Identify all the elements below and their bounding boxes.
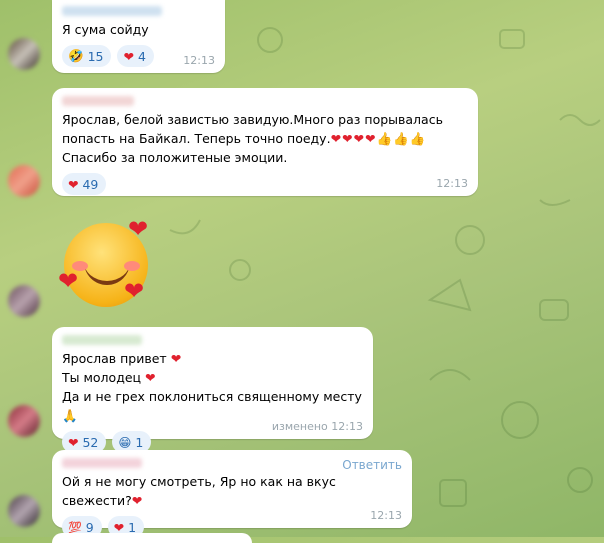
laughing-emoji-icon: 🤣 — [68, 48, 84, 63]
reaction-count: 4 — [137, 48, 146, 64]
avatar[interactable] — [8, 405, 40, 437]
heart-icon: ❤ — [131, 493, 143, 508]
reactions: ❤ 49 — [62, 173, 468, 195]
heart-icon: ❤ — [128, 215, 149, 243]
reply-button[interactable]: Ответить — [342, 458, 402, 472]
message-line: Спасибо за положитеные эмоции. — [62, 150, 288, 165]
message-line: Да и не грех поклониться священному мест… — [62, 389, 362, 404]
reaction-count: 15 — [87, 48, 104, 64]
reaction-count: 52 — [82, 434, 99, 450]
message-time: 12:13 — [436, 177, 468, 190]
heart-icon: ❤ — [68, 434, 79, 450]
avatar[interactable] — [8, 165, 40, 197]
message-bubble[interactable]: Я сума сойду 🤣 15 ❤ 4 12:13 — [52, 0, 225, 73]
message-line: Ярослав привет — [62, 351, 167, 366]
sender-name — [62, 96, 134, 106]
message-text: Я сума сойду — [62, 22, 149, 37]
message-line: Ой я не могу смотреть, Яр но как на вкус… — [62, 474, 336, 508]
praying-hands-icon: 🙏 — [62, 408, 78, 423]
message-bubble-partial[interactable] — [52, 533, 252, 543]
message-time: 12:13 — [370, 509, 402, 522]
message-bubble[interactable]: Ярослав, белой завистью завидую.Много ра… — [52, 88, 478, 196]
hundred-points-icon: 💯 — [68, 520, 82, 534]
grinning-face-icon: 😁 — [118, 434, 132, 450]
cheek-right — [124, 261, 140, 271]
heart-thumbs-emojis: ❤❤❤❤👍👍👍 — [330, 131, 427, 146]
heart-icon: ❤ — [123, 48, 134, 64]
heart-icon: ❤ — [145, 370, 156, 385]
sender-name — [62, 335, 142, 345]
heart-icon: ❤ — [58, 267, 79, 295]
reaction-count: 49 — [82, 176, 99, 192]
heart-icon: ❤ — [170, 351, 182, 366]
reaction-chip[interactable]: ❤ 4 — [117, 45, 154, 67]
message-line: попасть на Байкал. Теперь точно поеду. — [62, 131, 331, 146]
sender-name — [62, 458, 142, 468]
message-time: изменено 12:13 — [271, 420, 363, 433]
reaction-chip[interactable]: 🤣 15 — [62, 45, 112, 67]
avatar[interactable] — [8, 495, 40, 527]
reaction-count: 1 — [135, 434, 144, 450]
avatar[interactable] — [8, 285, 40, 317]
avatar[interactable] — [8, 38, 40, 70]
message-line: Ты молодец — [62, 370, 142, 385]
message-line-wrap: Ярослав привет ❤ — [62, 349, 363, 368]
message-bubble[interactable]: Ответить Ой я не могу смотреть, Яр но ка… — [52, 450, 412, 538]
message-text: Ярослав привет ❤ Ты молодец ❤ Да и не гр… — [62, 349, 363, 425]
sender-name — [62, 6, 162, 16]
message-time: 12:13 — [183, 54, 215, 67]
message-text: Ярослав, белой завистью завидую.Много ра… — [62, 110, 468, 167]
reaction-chip[interactable]: ❤ 49 — [62, 173, 107, 195]
message-line-wrap: попасть на Байкал. Теперь точно поеду.❤❤… — [62, 129, 468, 148]
message-line-wrap: Ты молодец ❤ — [62, 368, 363, 387]
sticker-smiling-face-with-hearts[interactable]: ❤ ❤ ❤ — [58, 215, 158, 310]
message-line: Ярослав, белой завистью завидую.Много ра… — [62, 112, 443, 127]
heart-icon: ❤ — [124, 277, 145, 305]
heart-icon: ❤ — [68, 176, 79, 192]
message-text: Ой я не могу смотреть, Яр но как на вкус… — [62, 472, 402, 510]
message-bubble[interactable]: Ярослав привет ❤ Ты молодец ❤ Да и не гр… — [52, 327, 373, 453]
